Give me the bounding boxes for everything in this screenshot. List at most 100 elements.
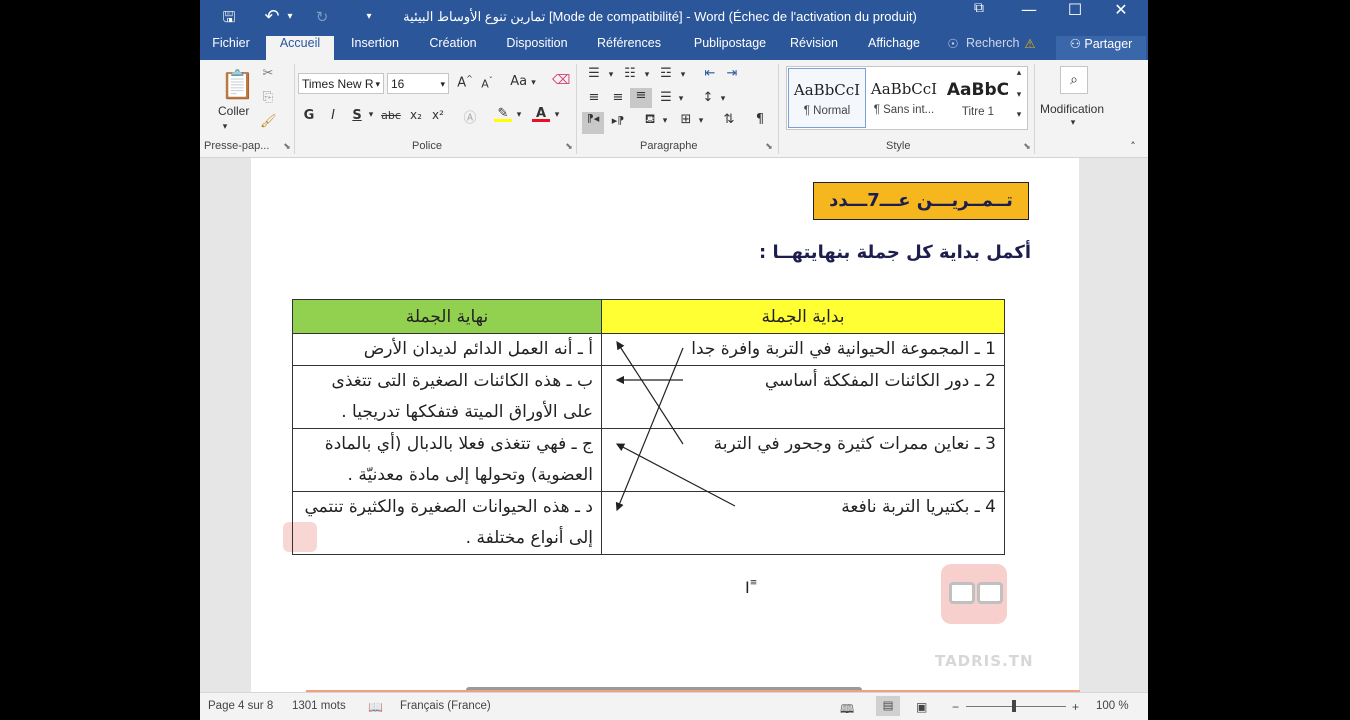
zoom-in-icon[interactable]: + xyxy=(1072,700,1079,714)
numbering-dropdown-icon[interactable]: ▾ xyxy=(642,70,652,80)
minimize-button[interactable]: — xyxy=(1006,0,1052,34)
styles-launcher-icon[interactable]: ⬊ xyxy=(1022,142,1032,152)
tab-creation[interactable]: Création xyxy=(420,36,486,60)
close-button[interactable]: ✕ xyxy=(1098,0,1144,34)
format-painter-icon[interactable]: 🖌 xyxy=(260,114,277,129)
grow-font-icon[interactable]: A^ xyxy=(456,74,474,90)
decrease-indent-icon[interactable]: ⇤ xyxy=(700,66,720,81)
customize-toolbar-icon[interactable]: ▾ xyxy=(362,6,376,28)
shading-icon[interactable]: ⛾ xyxy=(640,112,660,129)
subscript-button[interactable]: x₂ xyxy=(408,108,424,122)
font-family-select[interactable]: Times New R ▾ xyxy=(298,73,384,94)
underline-button[interactable]: S xyxy=(350,108,364,123)
font-size-value: 16 xyxy=(391,77,405,91)
font-launcher-icon[interactable]: ⬊ xyxy=(564,142,574,152)
text-effects-icon[interactable]: Ⓐ xyxy=(462,107,478,126)
style-normal[interactable]: AaBbCcI ¶ Normal xyxy=(788,68,866,128)
read-mode-icon[interactable]: 🕮 xyxy=(840,700,854,720)
multilevel-list-icon[interactable]: ☲ xyxy=(656,66,676,81)
clipboard-launcher-icon[interactable]: ⬊ xyxy=(282,142,292,152)
zoom-level[interactable]: 100 % xyxy=(1096,700,1129,712)
font-size-select[interactable]: 16 ▾ xyxy=(387,73,449,94)
shrink-font-icon[interactable]: Aˇ xyxy=(478,76,496,91)
align-right-icon[interactable]: ≡ xyxy=(630,88,652,108)
numbering-icon[interactable]: ☷ xyxy=(620,66,640,81)
tab-affichage[interactable]: Affichage xyxy=(856,36,932,60)
cut-icon[interactable]: ✂ xyxy=(260,66,276,81)
italic-button[interactable]: I xyxy=(326,108,340,123)
tab-insertion[interactable]: Insertion xyxy=(340,36,410,60)
show-formatting-button[interactable]: ¶ xyxy=(752,112,768,127)
word-count[interactable]: 1301 mots xyxy=(292,700,346,712)
multilevel-dropdown-icon[interactable]: ▾ xyxy=(678,70,688,80)
change-case-icon[interactable]: Aa ▾ xyxy=(506,74,540,89)
maximize-button[interactable]: ☐ xyxy=(1052,0,1098,34)
bold-button[interactable]: G xyxy=(302,108,316,123)
tab-fichier[interactable]: Fichier xyxy=(204,36,258,60)
paste-dropdown-icon[interactable]: ▾ xyxy=(220,122,230,132)
line-spacing-dropdown-icon[interactable]: ▾ xyxy=(718,94,728,104)
ribbon-display-options-icon[interactable]: ⧉ xyxy=(956,0,1002,34)
tell-me-search[interactable]: Recherch xyxy=(966,36,1022,60)
paragraph-launcher-icon[interactable]: ⬊ xyxy=(764,142,774,152)
paste-button[interactable]: Coller xyxy=(218,104,249,118)
editing-dropdown-icon[interactable]: ▾ xyxy=(1068,118,1078,128)
tab-disposition[interactable]: Disposition xyxy=(496,36,578,60)
borders-dropdown-icon[interactable]: ▾ xyxy=(696,116,706,126)
print-layout-icon[interactable]: ▤ xyxy=(876,696,900,716)
styles-more-icon[interactable]: ▾ xyxy=(1012,110,1026,120)
undo-icon[interactable]: ↶ xyxy=(262,6,282,28)
rtl-direction-icon[interactable]: ⁋◂ xyxy=(582,112,604,134)
align-center-icon[interactable]: ≡ xyxy=(608,90,628,105)
undo-dropdown-icon[interactable]: ▾ xyxy=(284,6,296,28)
copy-icon[interactable]: ⎘ xyxy=(260,90,276,105)
proofing-icon[interactable]: 📖 xyxy=(368,700,383,714)
search-icon[interactable]: ⌕ xyxy=(1060,66,1088,94)
share-button[interactable]: ⚇ Partager xyxy=(1056,36,1146,60)
tab-publipostage[interactable]: Publipostage xyxy=(680,36,780,60)
borders-icon[interactable]: ⊞ xyxy=(676,112,696,127)
save-icon[interactable]: 🖫 xyxy=(218,6,240,28)
font-color-dropdown-icon[interactable]: ▾ xyxy=(552,110,562,120)
bullets-dropdown-icon[interactable]: ▾ xyxy=(606,70,616,80)
justify-icon[interactable]: ☰ xyxy=(656,90,676,105)
clear-formatting-icon[interactable]: ⌫ xyxy=(552,73,570,88)
tab-references[interactable]: Références xyxy=(588,36,670,60)
styles-scroll-down-icon[interactable]: ▾ xyxy=(1012,90,1026,100)
tab-accueil[interactable]: Accueil xyxy=(266,36,334,60)
align-left-icon[interactable]: ≡ xyxy=(584,90,604,105)
shading-dropdown-icon[interactable]: ▾ xyxy=(660,116,670,126)
zoom-out-icon[interactable]: − xyxy=(952,700,959,714)
strikethrough-button[interactable]: abc xyxy=(380,109,402,122)
chevron-down-icon: ▾ xyxy=(440,79,445,89)
style-group-label: Style xyxy=(886,140,911,152)
document-area[interactable]: TADRIS.TN تــمــريـــن عـــ7ـــدد أكمل ب… xyxy=(200,158,1148,692)
paste-icon[interactable]: 📋 xyxy=(220,68,255,102)
title-bar: 🖫 ↶ ▾ ↻ ▾ تمارين تنوع الأوساط البيئية [M… xyxy=(200,0,1148,36)
redo-icon[interactable]: ↻ xyxy=(312,6,332,28)
style-no-spacing[interactable]: AaBbCcI ¶ Sans int... xyxy=(866,68,942,126)
highlight-dropdown-icon[interactable]: ▾ xyxy=(514,110,524,120)
sort-icon[interactable]: ⇅ xyxy=(720,112,738,127)
language-indicator[interactable]: Français (France) xyxy=(400,700,491,712)
font-color-icon[interactable]: A xyxy=(532,106,550,122)
warning-icon[interactable]: ⚠ xyxy=(1022,36,1038,60)
zoom-slider[interactable] xyxy=(966,700,1066,712)
zoom-slider-thumb[interactable] xyxy=(1012,700,1016,712)
highlight-icon[interactable]: ✎ xyxy=(494,106,512,122)
editing-button[interactable]: Modification xyxy=(1040,102,1104,116)
document-page[interactable]: TADRIS.TN تــمــريـــن عـــ7ـــدد أكمل ب… xyxy=(251,158,1079,692)
line-spacing-icon[interactable]: ↕ xyxy=(698,90,718,105)
underline-dropdown-icon[interactable]: ▾ xyxy=(366,110,376,120)
page-count[interactable]: Page 4 sur 8 xyxy=(208,700,273,712)
styles-scroll-up-icon[interactable]: ▴ xyxy=(1012,68,1026,78)
collapse-ribbon-icon[interactable]: ˄ xyxy=(1126,140,1140,153)
increase-indent-icon[interactable]: ⇥ xyxy=(722,66,742,81)
web-layout-icon[interactable]: ▣ xyxy=(916,700,927,714)
tab-revision[interactable]: Révision xyxy=(784,36,844,60)
ltr-direction-icon[interactable]: ▸⁋ xyxy=(608,114,628,127)
bullets-icon[interactable]: ☰ xyxy=(584,66,604,81)
style-heading-1[interactable]: AaBbC Titre 1 xyxy=(940,68,1016,126)
superscript-button[interactable]: x² xyxy=(430,108,446,122)
justify-dropdown-icon[interactable]: ▾ xyxy=(676,94,686,104)
